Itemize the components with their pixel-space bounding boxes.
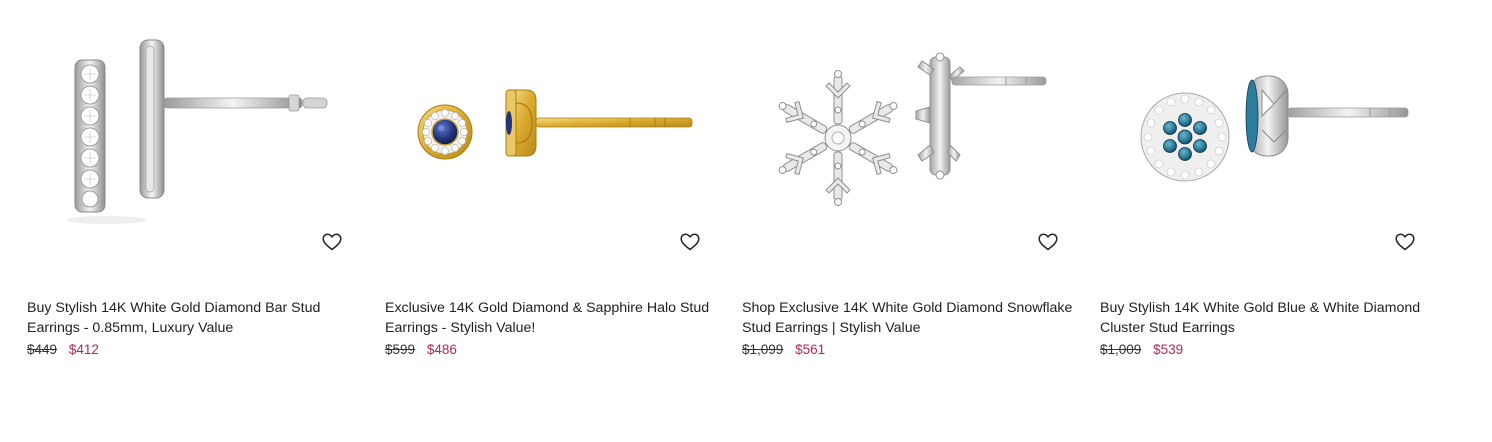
product-card: Buy Stylish 14K White Gold Diamond Bar S… [27,0,357,380]
wishlist-button[interactable] [679,231,701,253]
heart-outline-icon [680,233,700,251]
product-card: Shop Exclusive 14K White Gold Diamond Sn… [742,0,1072,380]
original-price: $1,099 [742,342,784,357]
heart-outline-icon [1038,233,1058,251]
product-title-link[interactable]: Shop Exclusive 14K White Gold Diamond Sn… [742,298,1077,338]
bar-stud-earrings-image [67,39,328,224]
sale-price: $412 [68,342,99,357]
price-group: $1,009 $539 [1100,341,1183,359]
product-image-link[interactable] [27,20,357,230]
heart-outline-icon [322,233,342,251]
product-card: Exclusive 14K Gold Diamond & Sapphire Ha… [385,0,715,380]
product-image-link[interactable] [1100,20,1430,230]
product-image-link[interactable] [742,20,1072,230]
price-group: $449 $412 [27,341,99,359]
sale-price: $539 [1153,342,1184,357]
original-price: $599 [385,342,416,357]
snowflake-stud-earrings-image [778,52,1047,206]
halo-stud-earrings-image [417,89,693,160]
heart-outline-icon [1395,233,1415,251]
product-title-link[interactable]: Buy Stylish 14K White Gold Blue & White … [1100,298,1435,338]
product-image-link[interactable] [385,20,715,230]
cluster-stud-earrings-image [1140,75,1409,182]
product-title-link[interactable]: Buy Stylish 14K White Gold Diamond Bar S… [27,298,362,338]
original-price: $1,009 [1100,342,1142,357]
price-group: $1,099 $561 [742,341,825,359]
product-card: Buy Stylish 14K White Gold Blue & White … [1100,0,1430,380]
product-grid: Buy Stylish 14K White Gold Diamond Bar S… [0,0,1492,442]
original-price: $449 [27,342,58,357]
wishlist-button[interactable] [1037,231,1059,253]
wishlist-button[interactable] [321,231,343,253]
product-title-link[interactable]: Exclusive 14K Gold Diamond & Sapphire Ha… [385,298,720,338]
sale-price: $561 [795,342,826,357]
sale-price: $486 [426,342,457,357]
wishlist-button[interactable] [1394,231,1416,253]
price-group: $599 $486 [385,341,457,359]
